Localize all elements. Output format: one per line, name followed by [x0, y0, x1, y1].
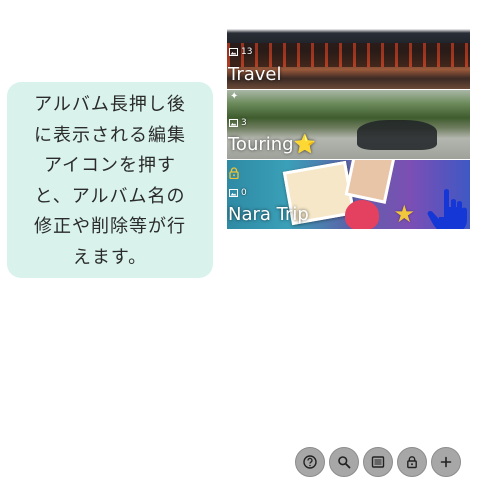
- search-button[interactable]: [329, 447, 359, 477]
- hint-text: アルバム長押し後 に表示される編集 アイコンを押す と、アルバム名の 修正や削除…: [34, 90, 186, 273]
- hint-line: に表示される編集: [34, 124, 186, 146]
- hint-line: アルバム長押し後: [34, 94, 186, 115]
- album-card-travel[interactable]: 13 Travel: [227, 19, 470, 89]
- album-title: Travel: [228, 64, 282, 85]
- cover-decoration: [345, 200, 379, 229]
- album-card-nara-trip[interactable]: 0 Nara Trip ★: [227, 159, 470, 229]
- bottom-toolbar: [295, 447, 461, 477]
- help-icon: [303, 455, 317, 469]
- photo-icon: [229, 119, 238, 127]
- photo-icon: [229, 189, 238, 197]
- lock-icon: [229, 167, 239, 179]
- album-photo-count: 13: [241, 47, 253, 57]
- album-card-touring[interactable]: ✦ 3 Touring⭐: [227, 89, 470, 159]
- help-button[interactable]: [295, 447, 325, 477]
- add-icon: [440, 456, 452, 468]
- photo-icon: [229, 48, 238, 56]
- hand-pointer-icon: [427, 189, 467, 229]
- list-icon: [371, 456, 385, 468]
- album-list: 13 Travel ✦ 3 Touring⭐ 0 Nara Trip ★: [227, 19, 470, 229]
- search-icon: [338, 456, 351, 469]
- album-title: Touring⭐: [228, 134, 317, 155]
- album-photo-count: 0: [241, 188, 247, 198]
- album-meta: 0: [229, 188, 247, 198]
- hint-line: アイコンを押す: [43, 155, 177, 176]
- album-photo-count: 3: [241, 118, 247, 128]
- list-view-button[interactable]: [363, 447, 393, 477]
- hint-bubble: アルバム長押し後 に表示される編集 アイコンを押す と、アルバム名の 修正や削除…: [7, 82, 213, 278]
- lock-icon: [407, 456, 417, 469]
- album-title: Nara Trip: [228, 204, 309, 225]
- add-album-button[interactable]: [431, 447, 461, 477]
- album-meta: 13: [229, 47, 252, 57]
- sparkle-icon: ✦: [230, 91, 239, 102]
- album-meta: 3: [229, 118, 247, 128]
- edit-star-icon[interactable]: ★: [393, 202, 415, 226]
- hint-line: と、アルバム名の: [34, 185, 186, 207]
- hint-line: 修正や削除等が行: [34, 216, 186, 237]
- lock-button[interactable]: [397, 447, 427, 477]
- hint-line: えます。: [72, 246, 148, 268]
